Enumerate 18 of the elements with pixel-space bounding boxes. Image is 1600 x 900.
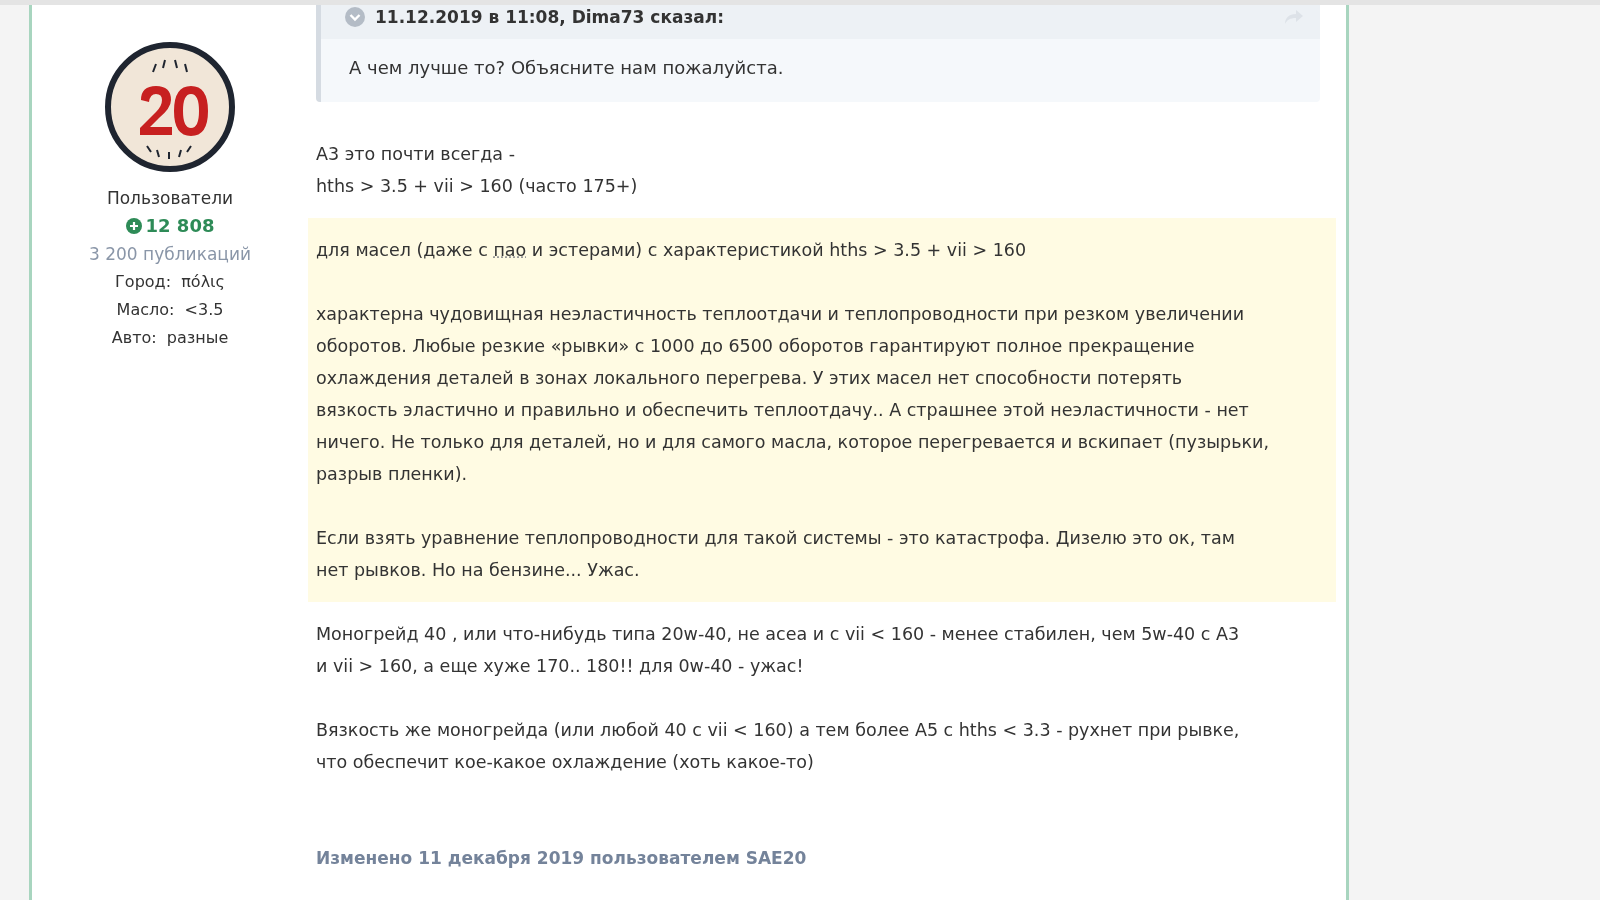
edited-note: Изменено 11 декабря 2019 пользователем SAE20 [316, 848, 808, 868]
post-paragraph: А3 это почти всегда - hths > 3.5 + vii > 160 (часто 175+) [315, 143, 639, 198]
collapse-icon[interactable] [345, 7, 365, 27]
post-paragraph: Вязкость же моногрейда (или любой 40 с vii < 160) а тем более А5 с hths < 3.3 - рухнет при рывке, что обеспечит кое-какое охлаждение (хоть какое-то) [315, 719, 1241, 774]
post-paragraph: характерна чудовищная неэластичность теплоотдачи и теплопроводности при резком увеличении оборотов. Любые резкие «рывки» с 1000 до 6500 оборотов гарантируют полное прекращение охлаждения деталей в зонах локального перегрева. У этих масел нет способности потерять вязкость эластично и правильно и обеспечить теплоотдачу.. А страшнее этой неэластичности - нет ничего. Не только для деталей, но и для самого масла, которое перегревается и вскипает (пузырьки, разрыв пленки). [315, 303, 1270, 486]
quote-header: 11.12.2019 в 11:08, Dima73 сказал: [375, 7, 724, 27]
reputation-value: 12 808 [145, 214, 215, 238]
profile-field: Масло: <3.5 [116, 296, 224, 324]
quote-text: А чем лучше то? Объясните нам пожалуйста. [348, 56, 785, 80]
avatar-icon[interactable] [105, 42, 235, 172]
post-paragraph: Если взять уравнение теплопроводности для такой системы - это катастрофа. Дизелю это ок, там нет рывков. Но на бензине... Ужас. [315, 527, 1236, 582]
profile-field: Авто: разные [111, 324, 229, 352]
plus-icon [125, 218, 142, 234]
profile-field: Город: πόλις [115, 268, 225, 296]
post-paragraph: для масел (даже с пао и эстерами) с характеристикой hths > 3.5 + vii > 160 [315, 239, 1028, 262]
post-paragraph: Моногрейд 40 , или что-нибудь типа 20w-40, не асеа и с vii < 160 - менее стабилен, чем 5w-40 с А3 и vii > 160, а еще хуже 170.. 180!! для 0w-40 - ужас! [315, 623, 1241, 678]
user-group: Пользователи [106, 184, 234, 212]
post-count[interactable]: 3 200 публикаций [89, 240, 251, 268]
